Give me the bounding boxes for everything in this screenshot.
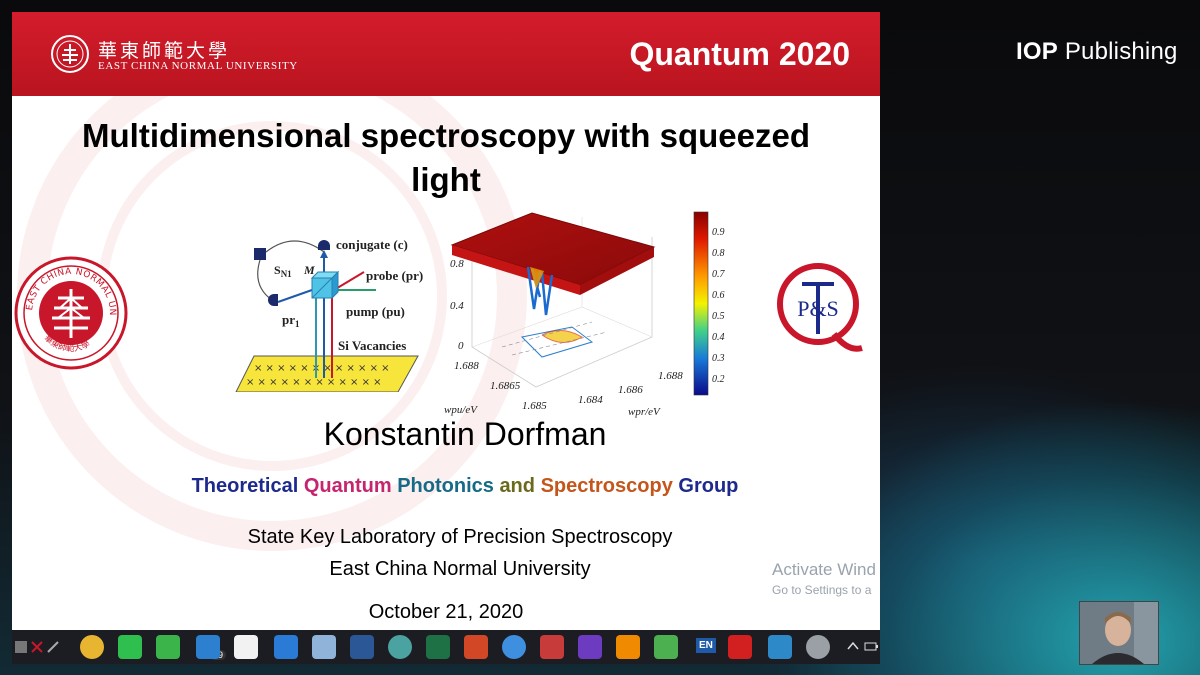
settings-gear-icon[interactable] bbox=[540, 635, 564, 659]
svg-text:1.688: 1.688 bbox=[658, 370, 683, 382]
svg-text:0: 0 bbox=[458, 340, 464, 352]
author-name: Konstantin Dorfman bbox=[323, 416, 607, 452]
svg-text:pump (pu): pump (pu) bbox=[346, 304, 405, 319]
chrome-icon[interactable] bbox=[80, 635, 104, 659]
svg-text:M: M bbox=[303, 263, 315, 277]
svg-text:SN1: SN1 bbox=[274, 263, 292, 279]
research-group-name: Theoretical Quantum Photonics and Spectr… bbox=[12, 475, 880, 498]
photos-icon[interactable] bbox=[274, 635, 298, 659]
svg-text:1.688: 1.688 bbox=[454, 360, 479, 372]
word-icon[interactable] bbox=[350, 635, 374, 659]
mail-icon[interactable] bbox=[196, 635, 220, 659]
store-icon[interactable] bbox=[234, 635, 258, 659]
battery-icon[interactable] bbox=[864, 640, 878, 652]
group-word: Theoretical bbox=[191, 475, 304, 497]
conference-name: Quantum 2020 bbox=[629, 36, 850, 72]
group-word: Group bbox=[678, 475, 739, 497]
pdf-icon[interactable] bbox=[728, 635, 752, 659]
svg-text:pr1: pr1 bbox=[282, 312, 300, 329]
svg-text:0.5: 0.5 bbox=[712, 311, 725, 322]
experiment-diagram: × × × × × × × × × × × × × × × × × × × × … bbox=[235, 237, 423, 392]
svg-text:0.6: 0.6 bbox=[712, 290, 725, 301]
svg-text:0.4: 0.4 bbox=[450, 300, 464, 312]
svg-text:0.4: 0.4 bbox=[712, 332, 725, 343]
ecnu-seal-icon: EAST CHINA NORMAL UNIVERSITY 華東師範大學 bbox=[14, 256, 128, 370]
record-icon[interactable] bbox=[806, 635, 830, 659]
activate-windows-watermark: Activate Wind Go to Settings to a bbox=[772, 560, 876, 597]
svg-text:Si Vacancies: Si Vacancies bbox=[338, 338, 406, 353]
webcam-preview bbox=[1079, 601, 1159, 665]
globe-icon[interactable] bbox=[388, 635, 412, 659]
task-view-icon[interactable] bbox=[14, 638, 60, 656]
svg-text:0.7: 0.7 bbox=[712, 269, 726, 280]
group-word: and bbox=[499, 475, 541, 497]
svg-text:0.2: 0.2 bbox=[712, 374, 725, 385]
language-indicator[interactable]: EN bbox=[696, 638, 716, 653]
iop-publishing-logo: IOP Publishing bbox=[1016, 38, 1178, 65]
vlc-icon[interactable] bbox=[616, 635, 640, 659]
svg-text:× × × × × × × × × × × ×: × × × × × × × × × × × × bbox=[246, 377, 382, 388]
lab-name: State Key Laboratory of Precision Spectr… bbox=[247, 526, 673, 548]
screen-tool-icon[interactable] bbox=[578, 635, 602, 659]
excel-icon[interactable] bbox=[426, 635, 450, 659]
presentation-date: October 21, 2020 bbox=[368, 601, 524, 623]
svg-text:× × × × × × × × × × × ×: × × × × × × × × × × × × bbox=[254, 363, 390, 374]
svg-text:0.8: 0.8 bbox=[450, 258, 464, 270]
slide-header: 華東師範大學 EAST CHINA NORMAL UNIVERSITY Quan… bbox=[12, 12, 880, 96]
slide-title: Multidimensional spectroscopy with squee… bbox=[82, 117, 810, 198]
svg-text:1.686: 1.686 bbox=[618, 384, 643, 396]
presenter-avatar bbox=[1080, 602, 1158, 664]
chevron-up-icon[interactable] bbox=[846, 640, 860, 652]
svg-text:0.9: 0.9 bbox=[712, 227, 725, 238]
svg-text:1.684: 1.684 bbox=[578, 394, 603, 406]
svg-text:1.685: 1.685 bbox=[522, 400, 547, 412]
video-icon[interactable] bbox=[768, 635, 792, 659]
group-word: Spectroscopy bbox=[540, 475, 679, 497]
send-icon[interactable] bbox=[654, 635, 678, 659]
svg-text:0.3: 0.3 bbox=[712, 353, 725, 364]
svg-text:P&S: P&S bbox=[797, 296, 839, 321]
svg-text:probe (pr): probe (pr) bbox=[366, 268, 423, 283]
university-name-cn: 華東師範大學 bbox=[98, 40, 231, 62]
spectroscopy-3d-plot: 0.8 0.4 0 1.688 1.6865 1.685 1.684 1.686… bbox=[444, 211, 726, 418]
university-name-en: EAST CHINA NORMAL UNIVERSITY bbox=[98, 60, 298, 72]
presentation-slide: 華東師範大學 EAST CHINA NORMAL UNIVERSITY Quan… bbox=[12, 12, 880, 630]
group-word: Quantum bbox=[303, 475, 398, 497]
svg-text:0.8: 0.8 bbox=[712, 248, 725, 259]
ecnu-emblem-icon bbox=[51, 35, 89, 73]
svg-text:wpu/eV: wpu/eV bbox=[444, 404, 478, 416]
svg-text:conjugate (c): conjugate (c) bbox=[336, 237, 408, 252]
pts-group-logo-icon: P&S bbox=[777, 263, 863, 352]
powerpoint-icon[interactable] bbox=[464, 635, 488, 659]
whatsapp-icon[interactable] bbox=[118, 635, 142, 659]
svg-text:1.6865: 1.6865 bbox=[490, 380, 521, 392]
printer-icon[interactable] bbox=[312, 635, 336, 659]
group-word: Photonics bbox=[397, 475, 500, 497]
wechat-icon[interactable] bbox=[156, 635, 180, 659]
browser-icon[interactable] bbox=[502, 635, 526, 659]
institution-name: East China Normal University bbox=[329, 558, 591, 580]
taskbar: 79 EN bbox=[12, 630, 880, 664]
